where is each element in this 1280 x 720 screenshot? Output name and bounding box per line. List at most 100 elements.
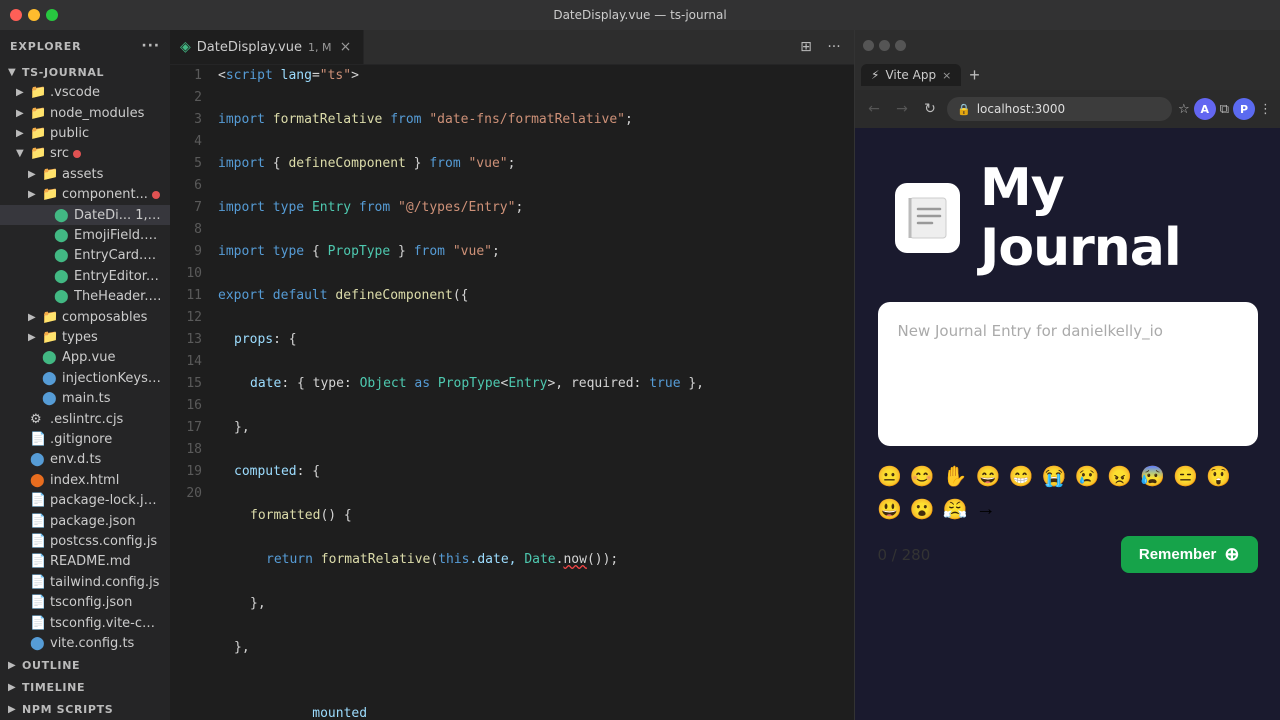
sidebar-item-appvue[interactable]: ⬤ App.vue [0,348,170,368]
sidebar-item-emojifield[interactable]: ⬤ EmojiField.vue [0,225,170,245]
emoji-expressionless[interactable]: 😑 [1171,462,1200,491]
sidebar-item-injectionkeys[interactable]: ⬤ injectionKeys.ts [0,368,170,388]
code-content[interactable]: <script lang="ts"> import formatRelative… [210,65,854,720]
address-bar[interactable]: 🔒 localhost:3000 [947,97,1172,121]
code-line-29: mounted (property) date: Entry [218,681,854,703]
sidebar-footer-timeline[interactable]: ▶ TIMELINE [0,676,170,698]
sidebar-header: EXPLORER ··· [0,30,170,62]
emoji-smiley[interactable]: 😃 [875,495,904,524]
maximize-button[interactable] [46,9,58,21]
sidebar-item-tsconfig-vite[interactable]: 📄 tsconfig.vite-conf... [0,613,170,633]
back-button[interactable]: ← [863,99,885,119]
emoji-open-mouth[interactable]: 😮 [908,495,937,524]
sidebar-item-packagejson[interactable]: 📄 package.json [0,511,170,531]
tab-close-button[interactable]: × [337,39,353,55]
file-icon: 📄 [30,554,46,569]
arrow-icon: ▶ [16,128,30,139]
title-bar: DateDisplay.vue — ts-journal [0,0,1280,30]
browser-tab-close-button[interactable]: × [942,69,951,82]
sidebar-item-entryeditor[interactable]: ⬤ EntryEditor.vue [0,266,170,286]
browser-close[interactable] [863,40,874,51]
arrow-icon: ▶ [28,332,42,343]
browser-minimize[interactable] [879,40,890,51]
sidebar-item-composables[interactable]: ▶ 📁 composables [0,307,170,327]
minimize-button[interactable] [28,9,40,21]
code-line-16 [218,395,854,417]
user-avatar[interactable]: A [1194,98,1216,120]
sidebar-item-packagelock[interactable]: 📄 package-lock.json [0,491,170,511]
sidebar-item-datedisplay[interactable]: ⬤ DateDi... 1, M [0,205,170,225]
sidebar-item-public[interactable]: ▶ 📁 public [0,123,170,143]
root-label: TS-JOURNAL [22,66,104,79]
code-line-19: computed: { [218,461,854,483]
journal-entry-textarea[interactable] [898,322,1238,422]
item-label: .vscode [50,85,100,100]
file-icon: 📄 [30,616,46,631]
emoji-beam[interactable]: 😁 [1007,462,1036,491]
emoji-neutral[interactable]: 😐 [875,462,904,491]
emoji-arrow[interactable]: → [974,496,998,523]
sidebar-footer-outline[interactable]: ▶ OUTLINE [0,654,170,676]
outline-label: OUTLINE [22,659,80,672]
emoji-sweat[interactable]: 😰 [1138,462,1167,491]
ts-file-icon: ⬤ [42,391,58,406]
extensions-icon[interactable]: ⧉ [1220,102,1229,117]
sidebar-footer: ▶ OUTLINE ▶ TIMELINE ▶ NPM SCRIPTS [0,654,170,720]
sidebar-item-root[interactable]: ▼ TS-JOURNAL [0,62,170,82]
emoji-hand[interactable]: ✋ [941,462,970,491]
sidebar-item-tailwind[interactable]: 📄 tailwind.config.js [0,572,170,592]
emoji-angry[interactable]: 😠 [1105,462,1134,491]
sidebar-item-envdts[interactable]: ⬤ env.d.ts [0,450,170,470]
ts-file-icon: ⬤ [30,452,46,467]
browser-tab-vite[interactable]: ⚡ Vite App × [861,64,961,86]
arrow-icon: ▶ [8,704,22,715]
sidebar-item-vscode[interactable]: ▶ 📁 .vscode [0,82,170,102]
close-button[interactable] [10,9,22,21]
new-file-icon[interactable]: ··· [141,38,160,54]
sidebar-item-components[interactable]: ▶ 📁 component... [0,184,170,204]
line-numbers: 12345 678910 1112131415 1617181920 [170,65,210,720]
tab-bar-left: ◈ DateDisplay.vue 1, M × [170,30,364,64]
code-line-22 [218,527,854,549]
sidebar-item-node-modules[interactable]: ▶ 📁 node_modules [0,103,170,123]
sidebar-item-maints[interactable]: ⬤ main.ts [0,389,170,409]
vue-file-icon: ⬤ [54,289,70,304]
sidebar-item-eslintrc[interactable]: ⚙ .eslintrc.cjs [0,409,170,429]
item-label: EmojiField.vue [74,228,162,243]
editor-tab-datedisplay[interactable]: ◈ DateDisplay.vue 1, M × [170,30,364,64]
more-icon[interactable]: ⋮ [1259,102,1272,117]
profile-avatar[interactable]: P [1233,98,1255,120]
remember-button[interactable]: Remember ⊕ [1121,536,1258,573]
sidebar-item-readme[interactable]: 📄 README.md [0,552,170,572]
sidebar-item-postcss[interactable]: 📄 postcss.config.js [0,531,170,551]
emoji-row: 😐 😊 ✋ 😄 😁 😭 😢 😠 😰 😑 😲 😃 😮 😤 → [875,462,1260,524]
sidebar-item-assets[interactable]: ▶ 📁 assets [0,164,170,184]
emoji-sad[interactable]: 😢 [1072,462,1101,491]
emoji-happy[interactable]: 😊 [908,462,937,491]
forward-button[interactable]: → [891,99,913,119]
tab-modified: 1, M [308,41,331,54]
sidebar-item-tsconfig[interactable]: 📄 tsconfig.json [0,593,170,613]
emoji-cry[interactable]: 😭 [1040,462,1069,491]
bookmark-icon[interactable]: ☆ [1178,102,1190,117]
new-tab-button[interactable]: + [965,65,984,86]
sidebar-item-vite-config[interactable]: ⬤ vite.config.ts [0,633,170,653]
sidebar-item-entrycard[interactable]: ⬤ EntryCard.vue [0,246,170,266]
split-editor-icon[interactable]: ⊞ [796,39,816,55]
emoji-astonished[interactable]: 😲 [1204,462,1233,491]
code-line-20 [218,483,854,505]
more-actions-icon[interactable]: ··· [824,39,844,55]
sidebar-item-src[interactable]: ▼ 📁 src [0,144,170,164]
emoji-grin[interactable]: 😄 [974,462,1003,491]
sidebar-footer-npm-scripts[interactable]: ▶ NPM SCRIPTS [0,698,170,720]
sidebar-item-gitignore[interactable]: 📄 .gitignore [0,429,170,449]
sidebar-item-types[interactable]: ▶ 📁 types [0,327,170,347]
editor-area: ◈ DateDisplay.vue 1, M × ⊞ ··· 12345 678… [170,30,854,720]
arrow-icon: ▶ [28,189,42,200]
sidebar-item-theheader[interactable]: ⬤ TheHeader.vue [0,286,170,306]
reload-button[interactable]: ↻ [919,99,941,119]
sidebar-item-indexhtml[interactable]: ⬤ index.html [0,470,170,490]
emoji-triumph[interactable]: 😤 [941,495,970,524]
tab-bar-right: ⊞ ··· [796,39,854,55]
browser-maximize[interactable] [895,40,906,51]
